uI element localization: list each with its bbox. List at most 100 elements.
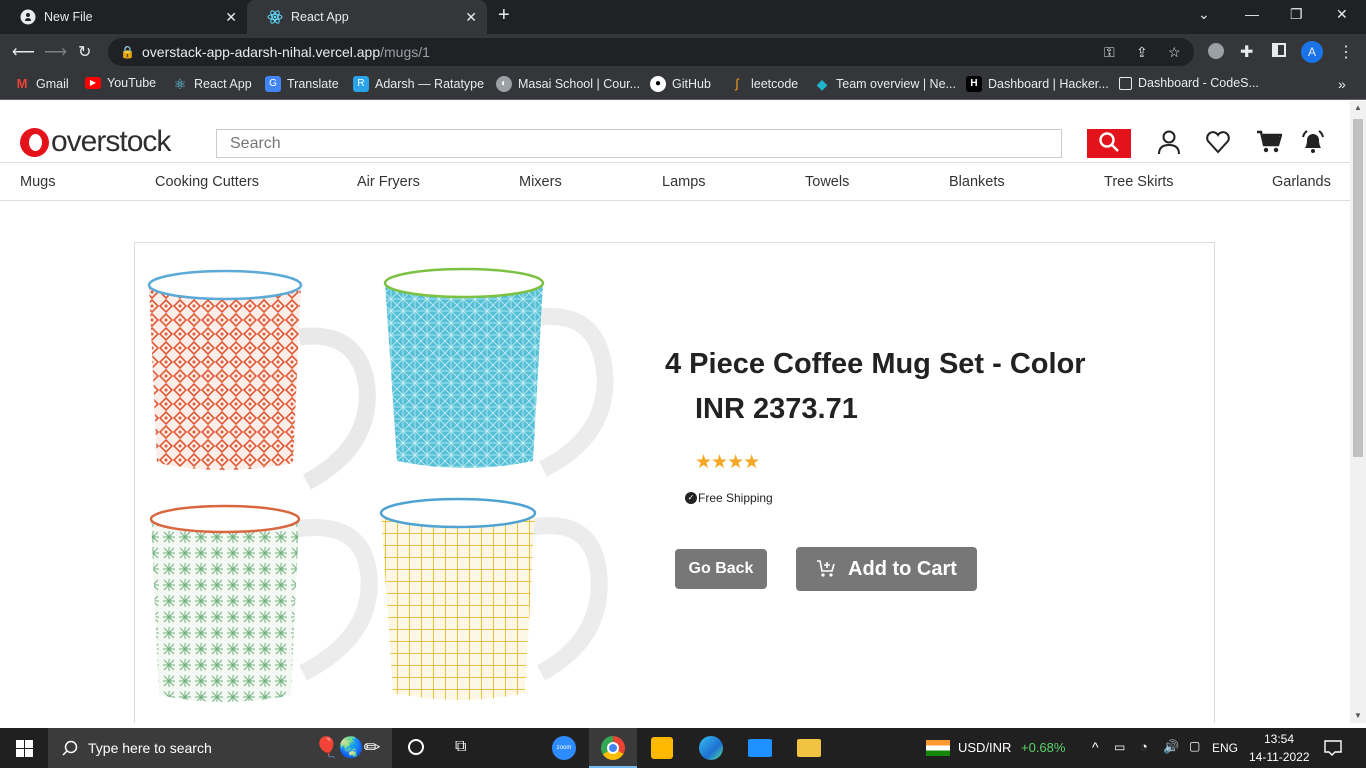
nav-item-air-fryers[interactable]: Air Fryers — [357, 174, 420, 190]
translate-icon: G — [265, 76, 281, 92]
url-path: /mugs/1 — [380, 44, 430, 60]
react-icon: ⚛ — [173, 76, 187, 92]
nav-item-towels[interactable]: Towels — [805, 174, 849, 190]
add-cart-icon — [817, 560, 835, 577]
nav-item-lamps[interactable]: Lamps — [662, 174, 706, 190]
nav-item-cooking-cutters[interactable]: Cooking Cutters — [155, 174, 259, 190]
search-input[interactable] — [216, 129, 1062, 158]
search-button[interactable] — [1087, 129, 1131, 158]
bell-icon[interactable] — [1300, 129, 1326, 155]
bookmark-masai[interactable]: ◐ Masai School | Cour... — [496, 76, 640, 92]
star-icon: ★ — [711, 452, 728, 473]
tab-react-app[interactable]: React App ✕ — [247, 0, 487, 34]
microsoft-store-icon[interactable] — [651, 737, 673, 759]
minimize-icon[interactable]: — — [1245, 6, 1259, 22]
overstock-logo[interactable]: overstock — [20, 125, 171, 159]
cortana-icon[interactable] — [408, 739, 424, 755]
add-to-cart-button[interactable]: Add to Cart — [796, 547, 977, 591]
shipping-info: ✓ Free Shipping — [685, 491, 773, 505]
key-icon[interactable]: ⚿ — [1104, 38, 1115, 66]
scrollbar-thumb[interactable] — [1353, 119, 1363, 457]
logo-mark-icon — [20, 127, 49, 157]
extensions-icon[interactable]: ✚ — [1240, 42, 1253, 62]
new-tab-icon[interactable]: + — [498, 4, 510, 27]
clock-date[interactable]: 14-11-2022 — [1249, 750, 1310, 764]
browser-toolbar: ⟵ ⟶ ↻ 🔒 overstack-app-adarsh-nihal.verce… — [0, 34, 1366, 70]
bookmark-leetcode[interactable]: ʃ leetcode — [729, 76, 799, 92]
nav-item-mugs[interactable]: Mugs — [20, 174, 55, 190]
zoom-icon[interactable]: zoom — [552, 736, 576, 760]
bookmark-hackerrank[interactable]: H Dashboard | Hacker... — [966, 76, 1109, 92]
product-price: INR 2373.71 — [695, 393, 858, 425]
grammarly-icon[interactable] — [1208, 43, 1224, 59]
window-close-icon[interactable]: ✕ — [1336, 6, 1348, 23]
github-icon — [20, 9, 36, 25]
nav-item-tree-skirts[interactable]: Tree Skirts — [1104, 174, 1174, 190]
wifi-icon[interactable]: ◔ — [1140, 739, 1148, 754]
windows-start-icon[interactable] — [16, 740, 33, 757]
bookmark-team-overview[interactable]: ◆ Team overview | Ne... — [814, 76, 956, 92]
forward-icon[interactable]: ⟶ — [44, 42, 67, 62]
menu-kebab-icon[interactable]: ⋮ — [1338, 42, 1354, 62]
nav-item-garlands[interactable]: Garlands — [1272, 174, 1331, 190]
check-circle-icon: ✓ — [685, 492, 697, 504]
rating-stars: ★★★★ — [695, 451, 760, 474]
task-view-icon[interactable]: ⧉ — [455, 738, 466, 756]
tab-search-chevron-icon[interactable]: ⌄ — [1198, 6, 1210, 23]
bookmark-youtube[interactable]: ▶ YouTube — [85, 76, 156, 90]
tab-title: React App — [291, 10, 349, 24]
meet-now-icon[interactable]: ▢ — [1189, 739, 1200, 753]
mail-icon[interactable] — [748, 739, 772, 757]
notification-icon[interactable] — [1324, 739, 1342, 757]
more-bookmarks-icon[interactable]: » — [1338, 76, 1346, 92]
bookmark-react-app[interactable]: ⚛ React App — [172, 76, 252, 92]
language-indicator[interactable]: ENG — [1212, 741, 1238, 755]
restore-icon[interactable]: ❐ — [1290, 6, 1303, 23]
cart-icon[interactable] — [1256, 129, 1282, 155]
close-icon[interactable]: ✕ — [465, 9, 477, 26]
taskbar-search-placeholder: Type here to search — [88, 740, 212, 756]
clock-time[interactable]: 13:54 — [1264, 732, 1294, 746]
star-icon: ★ — [695, 452, 712, 473]
show-hidden-icons-icon[interactable]: ^ — [1092, 739, 1099, 755]
back-icon[interactable]: ⟵ — [12, 42, 35, 62]
bookmark-github[interactable]: ● GitHub — [650, 76, 711, 92]
gmail-icon: M — [16, 76, 28, 91]
search-icon — [62, 740, 78, 756]
file-explorer-icon[interactable] — [797, 739, 821, 757]
hackerrank-icon: H — [966, 76, 982, 92]
bookmark-star-icon[interactable]: ☆ — [1168, 38, 1181, 66]
masai-icon: ◐ — [496, 76, 512, 92]
scroll-down-icon[interactable]: ▼ — [1354, 711, 1362, 720]
taskbar-chrome[interactable] — [589, 728, 637, 768]
currency-ticker[interactable]: USD/INR — [958, 740, 1011, 755]
reload-icon[interactable]: ↻ — [78, 42, 91, 62]
go-back-button[interactable]: Go Back — [675, 549, 767, 589]
account-icon[interactable] — [1156, 129, 1182, 155]
profile-avatar[interactable]: A — [1301, 41, 1323, 63]
share-icon[interactable]: ⇪ — [1136, 38, 1148, 66]
nav-item-mixers[interactable]: Mixers — [519, 174, 562, 190]
volume-icon[interactable]: 🔊 — [1163, 739, 1179, 755]
page-scrollbar[interactable]: ▲ ▼ — [1350, 101, 1366, 723]
scroll-up-icon[interactable]: ▲ — [1354, 103, 1362, 112]
lock-icon: 🔒 — [120, 45, 135, 59]
nav-item-blankets[interactable]: Blankets — [949, 174, 1005, 190]
bookmark-ratatype[interactable]: R Adarsh — Ratatype — [353, 76, 484, 92]
taskbar-search-box[interactable]: Type here to search 🎈🌏✏ — [48, 728, 392, 768]
shipping-text: Free Shipping — [698, 491, 773, 505]
side-panel-icon[interactable] — [1272, 43, 1286, 57]
close-icon[interactable]: ✕ — [225, 9, 237, 26]
tab-new-file[interactable]: New File ✕ — [0, 0, 247, 34]
logo-text: overstock — [51, 125, 171, 158]
windows-taskbar: Type here to search 🎈🌏✏ ⧉ zoom USD/INR +… — [0, 728, 1366, 768]
bookmark-gmail[interactable]: M Gmail — [14, 76, 69, 92]
star-icon: ★ — [743, 452, 760, 473]
bookmark-translate[interactable]: G Translate — [265, 76, 339, 92]
edge-icon[interactable] — [699, 736, 723, 760]
search-icon — [1099, 132, 1119, 152]
bookmark-codesignal[interactable]: Dashboard - CodeS... — [1119, 76, 1259, 90]
battery-icon[interactable]: ▭ — [1114, 740, 1125, 754]
address-bar[interactable]: 🔒 overstack-app-adarsh-nihal.vercel.app/… — [108, 38, 1194, 66]
heart-icon[interactable] — [1205, 129, 1231, 155]
